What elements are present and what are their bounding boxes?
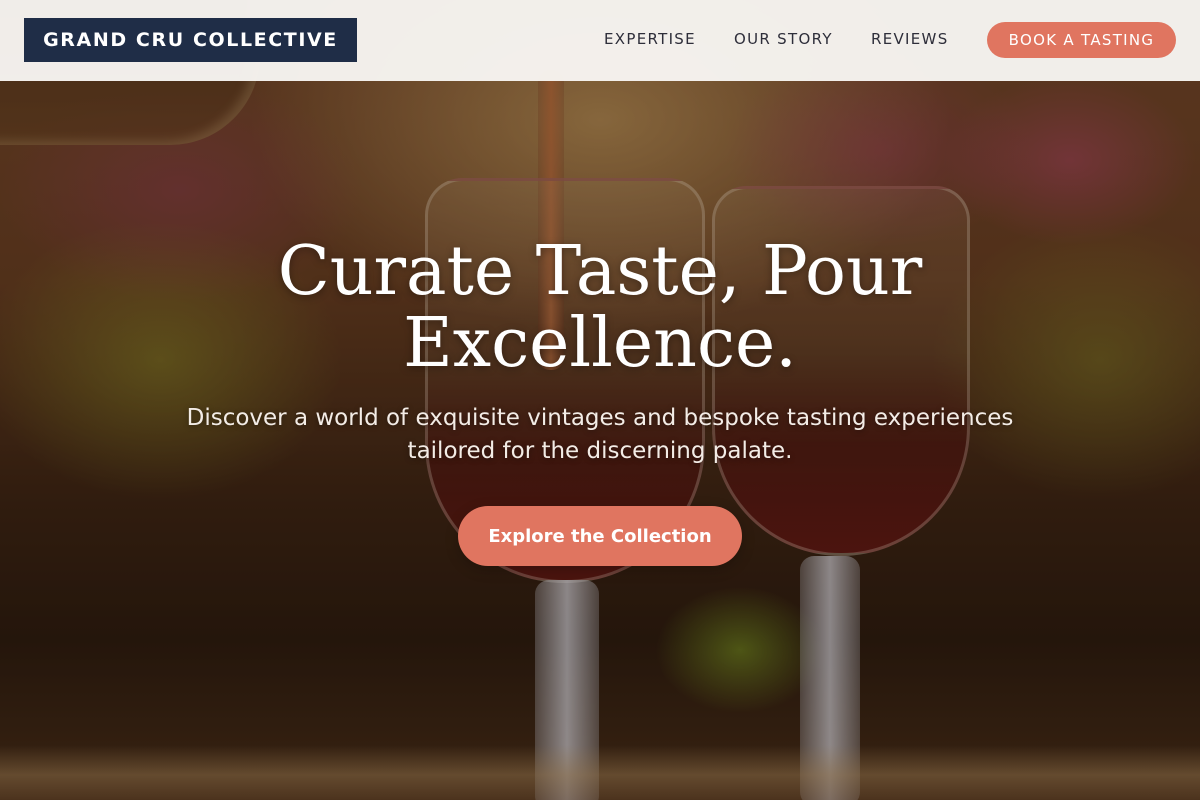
explore-collection-button[interactable]: Explore the Collection [458,506,742,566]
hero-title: Curate Taste, Pour Excellence. [200,236,1000,380]
hero-background-image [0,0,1200,800]
hero-title-line-2: Excellence. [403,304,797,383]
hero-title-line-1: Curate Taste, Pour [277,232,923,311]
top-navbar: GRAND CRU COLLECTIVE EXPERTISE OUR STORY… [0,0,1200,81]
book-tasting-button[interactable]: BOOK A TASTING [987,22,1176,58]
nav-link-expertise[interactable]: EXPERTISE [604,30,696,48]
hero-subtitle-line-2: tailored for the discerning palate. [407,438,793,464]
brand-logo[interactable]: GRAND CRU COLLECTIVE [24,18,357,62]
hero-overlay [0,0,1200,800]
nav-link-reviews[interactable]: REVIEWS [871,30,949,48]
nav-link-our-story[interactable]: OUR STORY [734,30,833,48]
hero-subtitle-line-1: Discover a world of exquisite vintages a… [186,405,1014,431]
hero-subtitle: Discover a world of exquisite vintages a… [160,402,1040,468]
